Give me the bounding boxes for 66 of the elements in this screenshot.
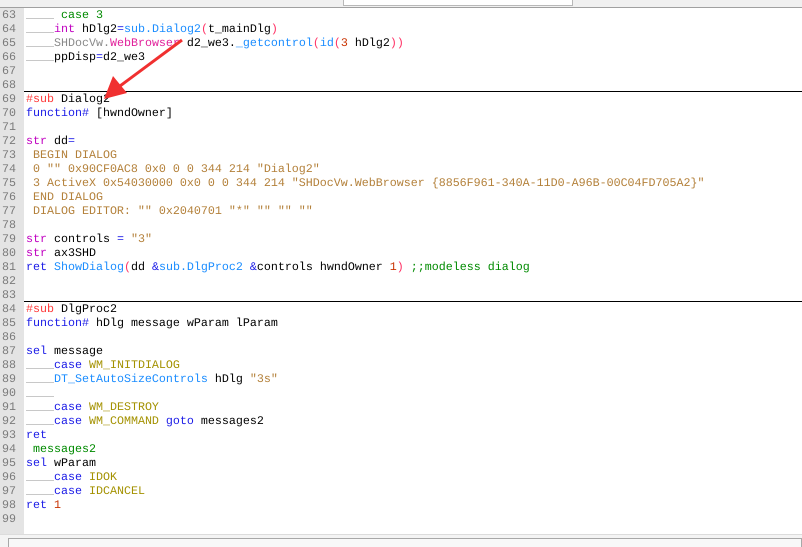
code-line: sel wParam <box>26 456 96 470</box>
code-line: case WM_COMMAND goto messages2 <box>54 414 264 428</box>
line-number: 86 <box>2 330 16 344</box>
line-number: 79 <box>2 232 16 246</box>
code-line: #sub DlgProc2 <box>26 302 117 316</box>
line-number: 64 <box>2 22 16 36</box>
code-line: case IDCANCEL <box>54 484 145 498</box>
line-number: 95 <box>2 456 16 470</box>
line-number: 76 <box>2 190 16 204</box>
code-line: END DIALOG <box>32 190 103 204</box>
code-line: case WM_INITDIALOG <box>54 358 180 372</box>
line-number: 65 <box>2 36 16 50</box>
line-number: 97 <box>2 484 16 498</box>
line-number: 87 <box>2 344 16 358</box>
line-number: 93 <box>2 428 16 442</box>
code-line: str ax3SHD <box>26 246 96 260</box>
line-number: 94 <box>2 442 16 456</box>
line-number: 69 <box>2 92 16 106</box>
line-number: 73 <box>2 148 16 162</box>
line-number: 99 <box>2 512 16 526</box>
line-number: 81 <box>2 260 16 274</box>
line-number: 90 <box>2 386 16 400</box>
code-line: case WM_DESTROY <box>54 400 159 414</box>
line-number: 63 <box>2 8 16 22</box>
line-number: 98 <box>2 498 16 512</box>
code-line: function# hDlg message wParam lParam <box>26 316 278 330</box>
line-number: 88 <box>2 358 16 372</box>
line-number: 84 <box>2 302 16 316</box>
code-line: ppDisp=d2_we3 <box>54 50 145 64</box>
code-line: str controls = "3" <box>26 232 152 246</box>
code-line: 0 "" 0x90CF0AC8 0x0 0 0 344 214 "Dialog2" <box>32 162 320 176</box>
code-line: DIALOG EDITOR: "" 0x2040701 "*" "" "" "" <box>32 204 313 218</box>
code-line: #sub Dialog2 <box>26 92 110 106</box>
line-number: 85 <box>2 316 16 330</box>
line-number: 78 <box>2 218 16 232</box>
code-line: int hDlg2=sub.Dialog2(t_mainDlg) <box>54 22 278 36</box>
line-number: 89 <box>2 372 16 386</box>
code-line: 3 ActiveX 0x54030000 0x0 0 0 344 214 "SHDocVw.WebBrowser {8856F961-340A-11D0-A96B-00C04FD705A2}" <box>32 176 705 190</box>
code-line: ret ShowDialog(dd &sub.DlgProc2 &controls hwndOwner 1) ;;modeless dialog <box>26 260 530 274</box>
line-number: 77 <box>2 204 16 218</box>
code-line: ret 1 <box>26 498 61 512</box>
code-line: case 3 <box>60 8 103 22</box>
line-number: 80 <box>2 246 16 260</box>
code-line: messages2 <box>32 442 96 456</box>
line-number: 71 <box>2 120 16 134</box>
line-number: 72 <box>2 134 16 148</box>
line-number: 82 <box>2 274 16 288</box>
code-line: ret <box>26 428 47 442</box>
code-line: str dd= <box>26 134 75 148</box>
code-line: sel message <box>26 344 103 358</box>
line-number: 66 <box>2 50 16 64</box>
line-number: 75 <box>2 176 16 190</box>
line-number: 96 <box>2 470 16 484</box>
input-field[interactable] <box>343 0 573 6</box>
line-number: 91 <box>2 400 16 414</box>
line-number: 68 <box>2 78 16 92</box>
line-number: 74 <box>2 162 16 176</box>
line-number: 92 <box>2 414 16 428</box>
code-line: BEGIN DIALOG <box>32 148 117 162</box>
code-line: DT_SetAutoSizeControls hDlg "3s" <box>54 372 278 386</box>
line-number: 83 <box>2 288 16 302</box>
line-number: 67 <box>2 64 16 78</box>
code-line: case IDOK <box>54 470 117 484</box>
line-number: 70 <box>2 106 16 120</box>
code-editor[interactable] <box>0 8 802 534</box>
code-line: function# [hwndOwner] <box>26 106 173 120</box>
